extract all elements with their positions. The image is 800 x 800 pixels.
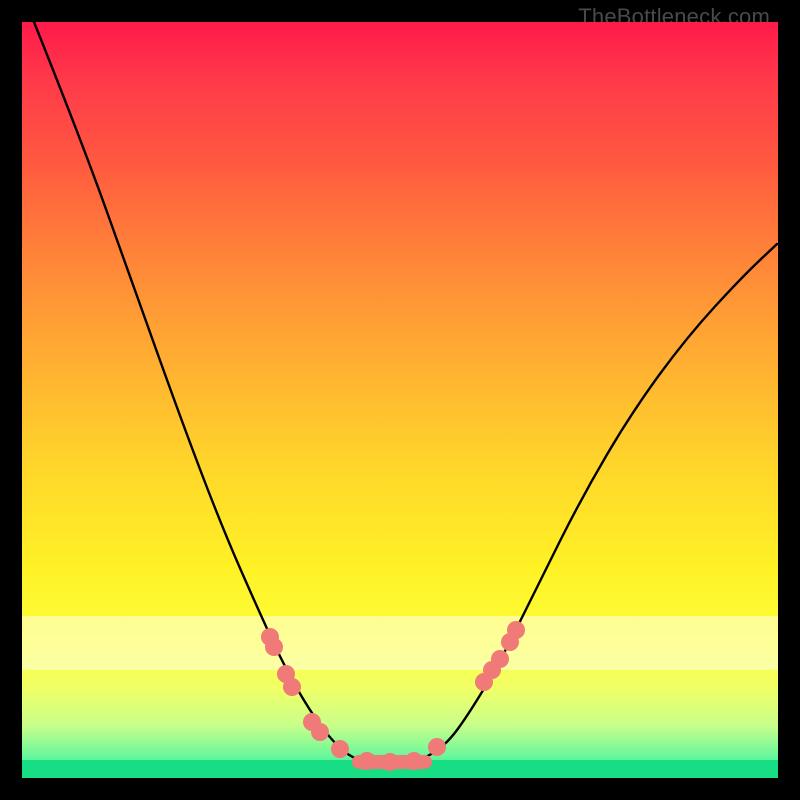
highlight-dot — [283, 678, 301, 696]
highlight-dot — [358, 752, 376, 770]
highlight-dot — [331, 740, 349, 758]
highlight-dot — [507, 621, 525, 639]
highlight-dot — [381, 753, 399, 771]
chart-svg — [22, 22, 778, 778]
highlight-dot — [428, 738, 446, 756]
bottleneck-curve — [34, 22, 777, 762]
highlight-dot — [311, 723, 329, 741]
highlight-dot — [491, 650, 509, 668]
highlight-dot — [265, 638, 283, 656]
highlight-dot — [405, 752, 423, 770]
